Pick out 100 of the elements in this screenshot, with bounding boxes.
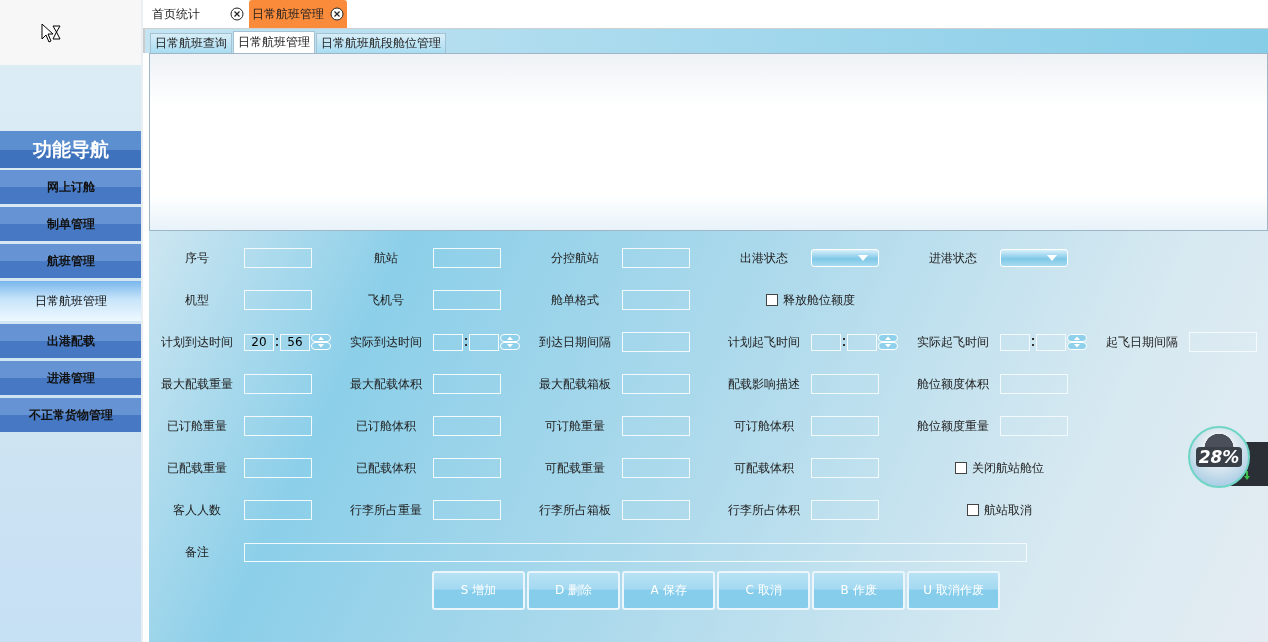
cursor-icon — [40, 21, 62, 44]
field-label: 已配载重量 — [165, 459, 228, 477]
input-field[interactable] — [1189, 332, 1257, 352]
field-label: 到达日期间隔 — [537, 333, 612, 351]
input-field[interactable] — [433, 248, 501, 268]
input-field[interactable] — [811, 416, 879, 436]
colon-icon — [464, 337, 468, 347]
sidebar-item[interactable]: 航班管理 — [0, 244, 141, 278]
field-label: 可配载体积 — [732, 459, 795, 477]
field-label: 已订舱重量 — [165, 417, 228, 435]
input-field[interactable] — [244, 248, 312, 268]
hour-field[interactable] — [433, 333, 463, 351]
input-field[interactable] — [244, 374, 312, 394]
sidebar-item[interactable]: 网上订舱 — [0, 170, 141, 204]
dropdown[interactable] — [1000, 249, 1068, 267]
input-field[interactable] — [622, 374, 690, 394]
input-field[interactable] — [811, 374, 879, 394]
field-label: 机型 — [183, 291, 210, 309]
field-label: 最大配载箱板 — [537, 375, 612, 393]
field-label: 行李所占箱板 — [537, 501, 612, 519]
field-label: 行李所占体积 — [726, 501, 801, 519]
sidebar-title: 功能导航 — [0, 131, 141, 168]
sidebar-item[interactable]: 不正常货物管理 — [0, 398, 141, 432]
field-label: 起飞日期间隔 — [1104, 333, 1179, 351]
field-label: 进港状态 — [927, 249, 978, 267]
close-icon — [230, 7, 244, 21]
tab[interactable]: 日常航班查询 — [150, 33, 232, 53]
spinner-icon[interactable] — [878, 334, 898, 350]
input-field[interactable] — [622, 248, 690, 268]
field-label: 飞机号 — [366, 291, 405, 309]
input-field[interactable] — [811, 500, 879, 520]
hour-field[interactable] — [1000, 333, 1030, 351]
input-field[interactable] — [244, 500, 312, 520]
field-label: 分控航站 — [549, 249, 600, 267]
field-label: 实际起飞时间 — [915, 333, 990, 351]
input-field[interactable] — [433, 458, 501, 478]
colon-icon — [275, 337, 279, 347]
tab[interactable]: 首页统计 — [149, 0, 247, 28]
field-label: 最大配载重量 — [159, 375, 234, 393]
spinner-icon[interactable] — [1067, 334, 1087, 350]
field-label: 可订舱体积 — [732, 417, 795, 435]
input-field[interactable] — [1000, 416, 1068, 436]
tab[interactable]: 日常航班航段舱位管理 — [316, 33, 446, 53]
minute-field[interactable]: 56 — [280, 333, 310, 351]
input-field[interactable] — [622, 500, 690, 520]
field-label: 实际到达时间 — [348, 333, 423, 351]
input-field[interactable] — [244, 542, 1027, 562]
input-field[interactable] — [622, 290, 690, 310]
sidebar-item[interactable]: 进港管理 — [0, 361, 141, 395]
usage-reading: 28% — [1195, 447, 1243, 467]
input-field[interactable] — [244, 416, 312, 436]
input-field[interactable] — [244, 458, 312, 478]
dropdown[interactable] — [811, 249, 879, 267]
field-label: 配载影响描述 — [726, 375, 801, 393]
field-label: 客人人数 — [171, 501, 222, 519]
hour-field[interactable] — [811, 333, 841, 351]
field-label: 舱位额度体积 — [915, 375, 990, 393]
input-field[interactable] — [622, 332, 690, 352]
tab[interactable]: 日常航班管理 — [249, 0, 347, 28]
sidebar-item[interactable]: 出港配载 — [0, 324, 141, 358]
input-field[interactable] — [433, 416, 501, 436]
field-label: 舱单格式 — [549, 291, 600, 309]
input-field[interactable] — [622, 458, 690, 478]
input-field[interactable] — [622, 416, 690, 436]
caret-icon — [1047, 255, 1057, 261]
field-label: 航站 — [372, 249, 399, 267]
field-label: 已配载体积 — [354, 459, 417, 477]
input-field[interactable] — [433, 500, 501, 520]
tab[interactable]: 日常航班管理 — [233, 31, 315, 53]
field-label: 可订舱重量 — [543, 417, 606, 435]
spinner-icon[interactable] — [500, 334, 520, 350]
close-icon — [330, 7, 344, 21]
field-label: 序号 — [183, 249, 210, 267]
colon-icon — [842, 337, 846, 347]
minute-field[interactable] — [1036, 333, 1066, 351]
field-label: 最大配载体积 — [348, 375, 423, 393]
spinner-icon[interactable] — [311, 334, 331, 350]
minute-field[interactable] — [847, 333, 877, 351]
minute-field[interactable] — [469, 333, 499, 351]
field-label: 备注 — [183, 543, 210, 561]
field-label: 舱位额度重量 — [915, 417, 990, 435]
field-label: 行李所占重量 — [348, 501, 423, 519]
input-field[interactable] — [433, 290, 501, 310]
input-field[interactable] — [433, 374, 501, 394]
caret-icon — [858, 255, 868, 261]
input-field[interactable] — [1000, 374, 1068, 394]
input-field[interactable] — [811, 458, 879, 478]
field-label: 计划到达时间 — [159, 333, 234, 351]
sidebar-item[interactable]: 日常航班管理 — [0, 281, 141, 321]
checkbox-option[interactable]: 关闭航站舱位 — [955, 459, 1044, 477]
hour-field[interactable]: 20 — [244, 333, 274, 351]
checkbox-option[interactable]: 释放舱位额度 — [766, 291, 855, 309]
input-field[interactable] — [244, 290, 312, 310]
sidebar-item[interactable]: 制单管理 — [0, 207, 141, 241]
checkbox-option[interactable]: 航站取消 — [967, 501, 1032, 519]
tab-label: 首页统计 — [152, 5, 200, 23]
field-label: 可配载重量 — [543, 459, 606, 477]
colon-icon — [1031, 337, 1035, 347]
tab-label: 日常航班管理 — [252, 5, 324, 23]
field-label: 已订舱体积 — [354, 417, 417, 435]
